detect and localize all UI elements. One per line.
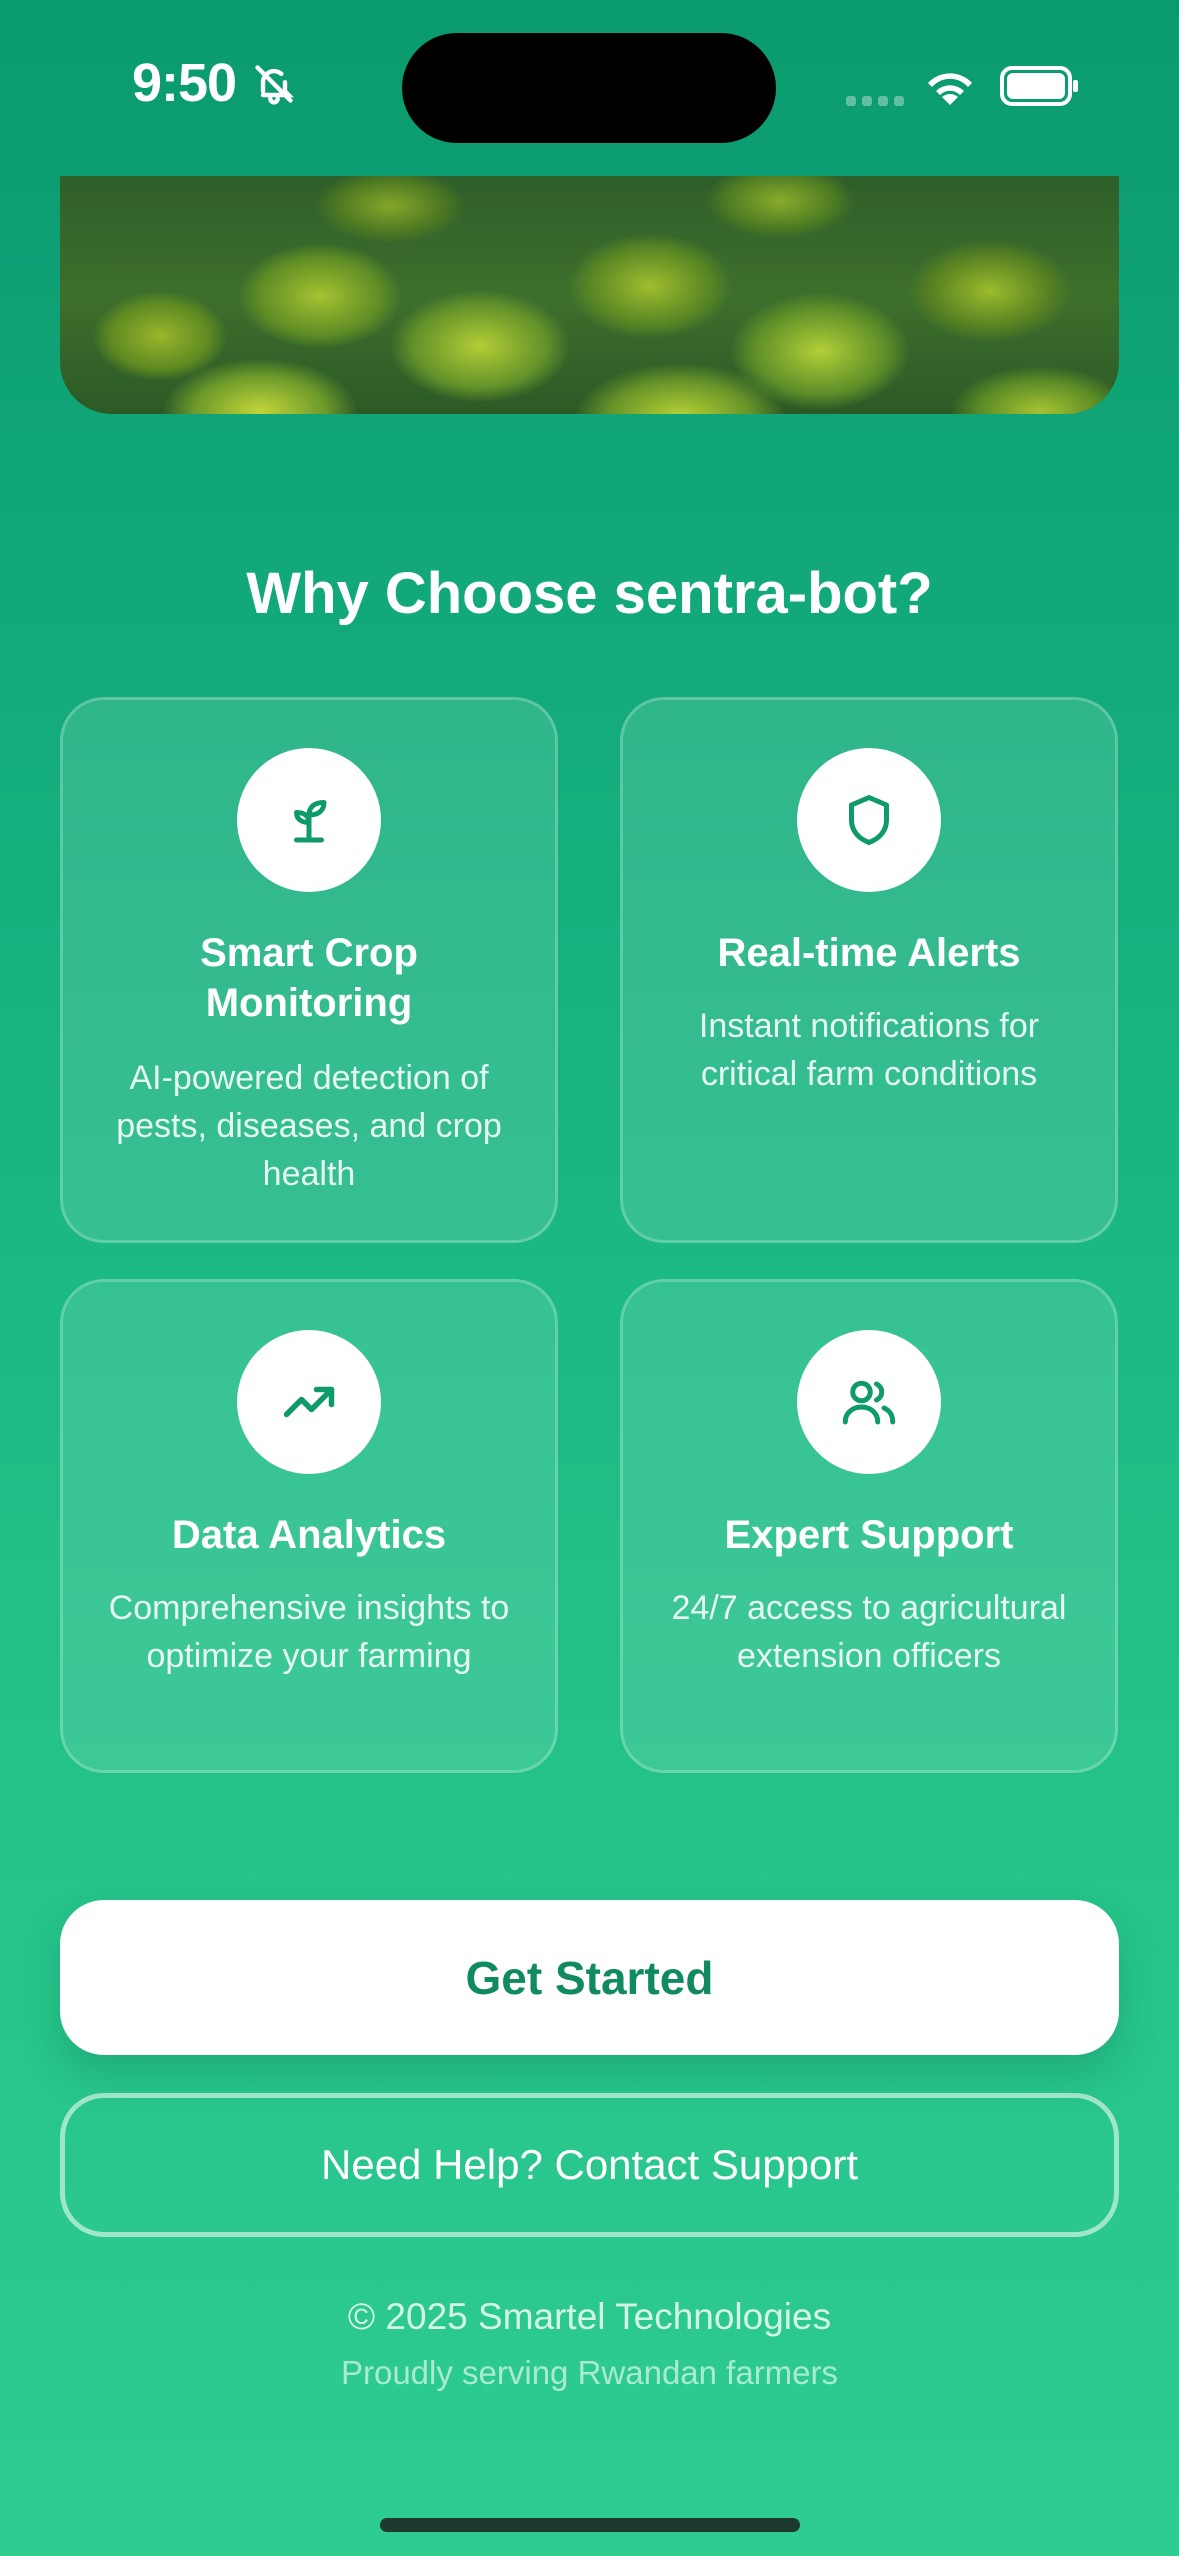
sprout-icon-badge bbox=[237, 748, 381, 892]
feature-card-crop-monitoring: Smart Crop Monitoring AI-powered detecti… bbox=[60, 697, 558, 1243]
users-icon bbox=[842, 1380, 896, 1425]
feature-description: 24/7 access to agricultural extension of… bbox=[671, 1589, 1067, 1675]
tagline-text: Proudly serving Rwandan farmers bbox=[340, 2354, 839, 2391]
trending-up-icon-badge bbox=[237, 1330, 381, 1474]
sprout-icon bbox=[294, 800, 327, 843]
feature-card-realtime-alerts: Real-time Alerts Instant notifications f… bbox=[620, 697, 1118, 1243]
feature-title: Expert Support bbox=[724, 1513, 1014, 1557]
contact-support-button[interactable]: Need Help? Contact Support bbox=[60, 2093, 1119, 2237]
feature-title: Data Analytics bbox=[171, 1513, 447, 1557]
feature-description: Comprehensive insights to optimize your … bbox=[108, 1589, 510, 1675]
get-started-button[interactable]: Get Started bbox=[60, 1900, 1119, 2055]
feature-card-expert-support: Expert Support 24/7 access to agricultur… bbox=[620, 1279, 1118, 1773]
section-title: Why Choose sentra-bot? bbox=[246, 561, 933, 626]
copyright-text: © 2025 Smartel Technologies bbox=[347, 2296, 832, 2337]
shield-icon bbox=[849, 795, 889, 845]
feature-description: AI-powered detection of pests, diseases,… bbox=[116, 1059, 502, 1193]
feature-title: Smart Crop Monitoring bbox=[200, 931, 418, 1025]
wifi-icon bbox=[928, 73, 972, 105]
home-indicator[interactable] bbox=[380, 2518, 800, 2532]
battery-icon bbox=[1000, 66, 1078, 106]
status-bar: 9:50 bbox=[0, 0, 1179, 176]
trending-up-icon bbox=[283, 1386, 335, 1418]
dynamic-island bbox=[402, 33, 776, 143]
status-time: 9:50 bbox=[132, 53, 237, 113]
shield-icon-badge bbox=[797, 748, 941, 892]
users-icon-badge bbox=[797, 1330, 941, 1474]
hero-crop-image bbox=[60, 176, 1119, 414]
cellular-signal-icon bbox=[846, 96, 904, 106]
feature-card-data-analytics: Data Analytics Comprehensive insights to… bbox=[60, 1279, 558, 1773]
bell-muted-icon bbox=[255, 65, 294, 105]
feature-description: Instant notifications for critical farm … bbox=[698, 1007, 1040, 1093]
feature-title: Real-time Alerts bbox=[717, 931, 1021, 975]
